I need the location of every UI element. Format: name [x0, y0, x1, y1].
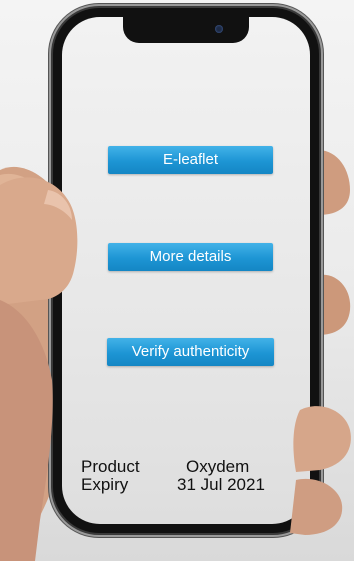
expiry-value: 31 Jul 2021 — [177, 475, 265, 494]
camera-icon — [215, 25, 223, 33]
hand-right — [318, 150, 350, 215]
phone-screen: E-leaflet More details Verify authentici… — [62, 17, 310, 524]
product-label: Product — [81, 457, 140, 476]
phone-notch — [123, 17, 249, 43]
expiry-label: Expiry — [81, 475, 129, 494]
more-details-button[interactable]: More details — [108, 243, 273, 271]
phone-frame: E-leaflet More details Verify authentici… — [53, 8, 319, 533]
verify-authenticity-button[interactable]: Verify authenticity — [107, 338, 274, 366]
product-value: Oxydem — [186, 457, 250, 476]
eleaflet-button[interactable]: E-leaflet — [108, 146, 273, 174]
